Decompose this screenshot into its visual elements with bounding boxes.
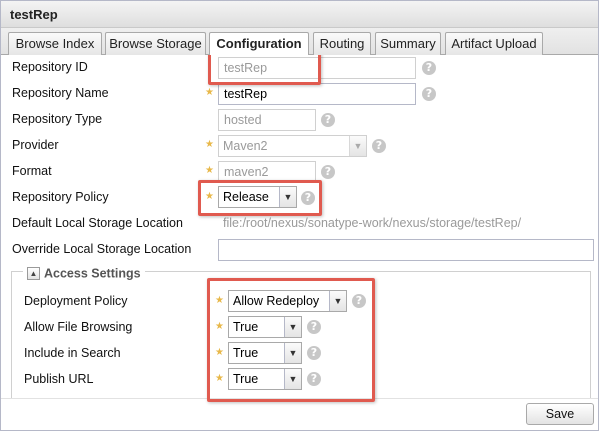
include-in-search-value: True: [233, 346, 259, 360]
chevron-down-icon[interactable]: ▼: [284, 317, 301, 337]
star-icon: ★: [205, 139, 214, 150]
include-in-search-select[interactable]: True ▼: [228, 342, 302, 364]
tab-browse-storage[interactable]: Browse Storage: [105, 32, 206, 55]
default-storage-label: Default Local Storage Location: [12, 216, 183, 230]
chevron-down-icon[interactable]: ▼: [284, 343, 301, 363]
tab-summary[interactable]: Summary: [375, 32, 441, 55]
allow-file-browsing-select[interactable]: True ▼: [228, 316, 302, 338]
override-storage-field[interactable]: [218, 239, 594, 261]
repository-policy-label: Repository Policy: [12, 190, 109, 204]
star-icon: ★: [215, 321, 224, 332]
repository-window: testRep Browse Index Browse Storage Conf…: [0, 0, 599, 431]
tab-strip: Browse Index Browse Storage Configuratio…: [1, 28, 598, 56]
tab-routing[interactable]: Routing: [313, 32, 371, 55]
allow-file-browsing-value: True: [233, 320, 259, 334]
override-storage-label: Override Local Storage Location: [12, 242, 192, 256]
chevron-down-icon[interactable]: ▼: [284, 369, 301, 389]
deployment-policy-value: Allow Redeploy: [233, 294, 320, 308]
help-icon[interactable]: ?: [352, 294, 366, 308]
help-icon[interactable]: ?: [321, 113, 335, 127]
repository-id-field: testRep: [218, 57, 416, 79]
repository-type-field: hosted: [218, 109, 316, 131]
repository-type-label: Repository Type: [12, 112, 103, 126]
chevron-down-icon: ▼: [349, 136, 366, 156]
help-icon[interactable]: ?: [372, 139, 386, 153]
access-settings-legend: ▲ Access Settings: [23, 265, 145, 281]
tab-configuration[interactable]: Configuration: [209, 32, 309, 56]
help-icon[interactable]: ?: [307, 372, 321, 386]
star-icon: ★: [205, 165, 214, 176]
provider-select: Maven2 ▼: [218, 135, 367, 157]
provider-label: Provider: [12, 138, 59, 152]
publish-url-value: True: [233, 372, 259, 386]
tab-artifact-upload[interactable]: Artifact Upload: [445, 32, 543, 55]
access-settings-title: Access Settings: [44, 266, 141, 281]
deployment-policy-select[interactable]: Allow Redeploy ▼: [228, 290, 347, 312]
star-icon: ★: [205, 87, 214, 98]
repository-policy-value: Release: [223, 190, 269, 204]
help-icon[interactable]: ?: [307, 320, 321, 334]
help-icon[interactable]: ?: [422, 87, 436, 101]
star-icon: ★: [215, 373, 224, 384]
include-in-search-label: Include in Search: [24, 346, 121, 360]
save-button[interactable]: Save: [526, 403, 594, 425]
repository-id-label: Repository ID: [12, 60, 88, 74]
help-icon[interactable]: ?: [301, 191, 315, 205]
tab-browse-index[interactable]: Browse Index: [8, 32, 102, 55]
repository-policy-select[interactable]: Release ▼: [218, 186, 297, 208]
deployment-policy-label: Deployment Policy: [24, 294, 128, 308]
provider-value: Maven2: [223, 139, 268, 153]
allow-file-browsing-label: Allow File Browsing: [24, 320, 133, 334]
configuration-panel: Repository ID testRep ? Repository Name …: [1, 55, 598, 430]
window-title: testRep: [10, 7, 58, 22]
help-icon[interactable]: ?: [307, 346, 321, 360]
chevron-down-icon[interactable]: ▼: [329, 291, 346, 311]
help-icon[interactable]: ?: [422, 61, 436, 75]
repository-name-field[interactable]: testRep: [218, 83, 416, 105]
repository-name-label: Repository Name: [12, 86, 109, 100]
format-label: Format: [12, 164, 52, 178]
star-icon: ★: [215, 295, 224, 306]
star-icon: ★: [205, 191, 214, 202]
publish-url-select[interactable]: True ▼: [228, 368, 302, 390]
window-titlebar: testRep: [1, 1, 598, 28]
format-field: maven2: [218, 161, 316, 183]
star-icon: ★: [215, 347, 224, 358]
default-storage-value: file:/root/nexus/sonatype-work/nexus/sto…: [223, 216, 522, 230]
form-footer: Save: [1, 398, 598, 430]
collapse-icon[interactable]: ▲: [27, 267, 40, 281]
publish-url-label: Publish URL: [24, 372, 94, 386]
chevron-down-icon[interactable]: ▼: [279, 187, 296, 207]
help-icon[interactable]: ?: [321, 165, 335, 179]
